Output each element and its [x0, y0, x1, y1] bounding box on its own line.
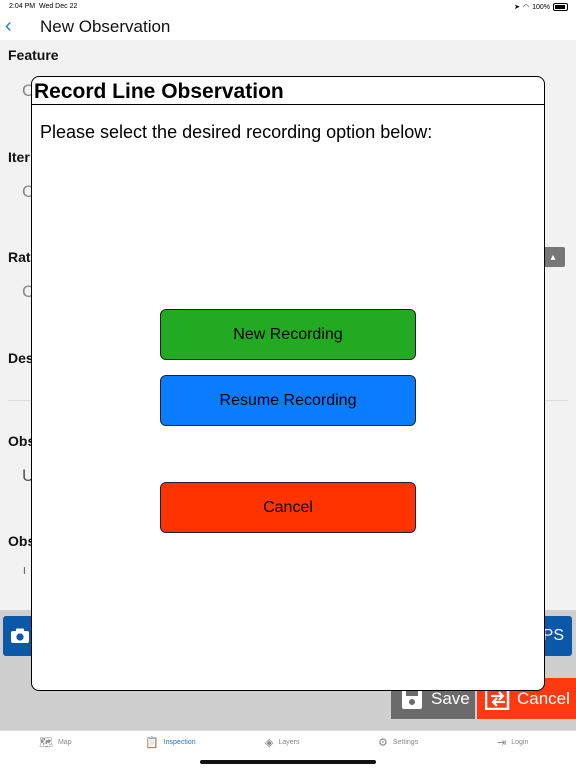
tab-map[interactable]: 🗺 Map: [39, 736, 72, 749]
gear-icon: ⚙: [378, 737, 388, 749]
dialog-title: Record Line Observation: [34, 80, 284, 103]
description-label: Des: [8, 350, 34, 366]
record-line-dialog: Record Line Observation Please select th…: [31, 76, 545, 691]
dialog-divider: [32, 104, 544, 105]
save-label: Save: [431, 688, 470, 708]
tab-layers-label: Layers: [278, 739, 300, 746]
chevron-up-icon: ▴: [550, 251, 556, 263]
chevron-left-icon[interactable]: ‹: [5, 15, 12, 38]
status-right: ➤ ◠ 100%: [514, 3, 568, 11]
tab-inspection-label: Inspection: [163, 739, 196, 746]
location-icon: ➤: [514, 4, 520, 11]
tab-settings[interactable]: ⚙ Settings: [378, 736, 418, 749]
status-bar: 2:04 PM Wed Dec 22 ➤ ◠ 100%: [0, 0, 576, 14]
status-time: 2:04 PM: [9, 3, 36, 10]
feature-label: Feature: [8, 47, 59, 63]
gps-button-label: PS: [542, 627, 564, 644]
tab-layers[interactable]: ◈ Layers: [265, 736, 299, 749]
status-time-date: 2:04 PM Wed Dec 22: [9, 3, 77, 10]
home-indicator: [200, 760, 376, 764]
tab-settings-label: Settings: [392, 739, 419, 746]
rating-label: Rat: [8, 249, 31, 265]
navigation-bar: ‹ New Observation: [0, 14, 576, 40]
dialog-cancel-button[interactable]: Cancel: [160, 482, 416, 533]
item-label: Iter: [8, 149, 30, 165]
tab-map-label: Map: [57, 739, 72, 746]
tab-login-label: Login: [511, 739, 529, 746]
status-date: Wed Dec 22: [38, 3, 78, 10]
new-recording-button[interactable]: New Recording: [160, 309, 416, 360]
observation-value-2[interactable]: I: [23, 566, 26, 577]
dialog-message: Please select the desired recording opti…: [40, 122, 433, 142]
resume-recording-button[interactable]: Resume Recording: [160, 375, 416, 426]
clipboard-icon: 📋: [145, 737, 159, 749]
map-icon: 🗺: [39, 737, 53, 749]
cancel-form-label: Cancel: [517, 688, 570, 708]
layers-icon: ◈: [265, 737, 274, 749]
page-title: New Observation: [40, 17, 171, 36]
login-icon: ⇥: [497, 737, 507, 749]
tab-login[interactable]: ⇥ Login: [497, 736, 528, 749]
wifi-icon: ◠: [522, 4, 530, 11]
battery-percent: 100%: [532, 3, 550, 11]
tab-inspection[interactable]: 📋 Inspection: [145, 736, 196, 749]
battery-icon: [553, 3, 568, 11]
camera-icon: [10, 628, 30, 644]
